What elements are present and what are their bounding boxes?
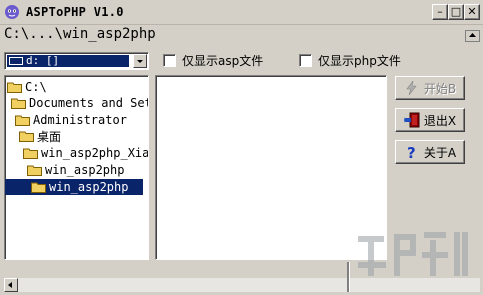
start-button[interactable]: 开始B — [395, 76, 465, 100]
about-button[interactable]: ? 关于A — [395, 140, 465, 164]
drive-select-value: d: [] — [7, 55, 129, 67]
checkbox-box[interactable] — [299, 53, 312, 67]
folder-open-icon — [19, 131, 34, 142]
tree-item-selected[interactable]: win_asp2php — [5, 179, 143, 195]
tree-item[interactable]: C:\ — [7, 79, 47, 95]
svg-text:?: ? — [407, 144, 416, 160]
folder-open-icon — [7, 82, 22, 93]
start-button-label: 开始B — [423, 81, 457, 96]
asp-only-label: 仅显示asp文件 — [182, 53, 264, 68]
tree-item-label: win_asp2php_Xia — [41, 146, 149, 160]
php-only-checkbox[interactable]: 仅显示php文件 — [299, 52, 401, 68]
maximize-icon: □ — [450, 5, 462, 18]
tree-item-label: win_asp2php — [45, 163, 125, 177]
asp-only-checkbox[interactable]: 仅显示asp文件 — [163, 52, 263, 68]
path-scroll-icon[interactable] — [465, 30, 480, 42]
minimize-button[interactable]: – — [432, 4, 448, 20]
folder-open-icon — [11, 98, 26, 109]
tree-item-label: C:\ — [25, 80, 47, 94]
close-button[interactable]: ✕ — [464, 4, 480, 20]
drive-label: d: [] — [26, 54, 60, 67]
tree-item-label: win_asp2php — [49, 180, 129, 194]
exit-button-label: 退出X — [423, 113, 457, 128]
tree-item-label: Administrator — [33, 113, 127, 127]
maximize-button[interactable]: □ — [448, 4, 464, 20]
chevron-down-icon[interactable] — [133, 54, 147, 68]
current-path: C:\...\win_asp2php — [4, 26, 156, 42]
app-icon — [5, 5, 19, 19]
tree-item[interactable]: Documents and Set — [11, 95, 149, 111]
drive-icon — [9, 57, 23, 65]
folder-open-icon — [31, 182, 46, 193]
question-icon: ? — [407, 144, 416, 160]
minimize-icon: – — [437, 5, 443, 18]
folder-open-icon — [23, 148, 38, 159]
lightning-icon — [406, 80, 417, 96]
watermark-logo — [358, 232, 468, 276]
window-title: ASPToPHP V1.0 — [26, 5, 124, 19]
scroll-left-icon[interactable] — [4, 278, 18, 292]
tree-item-label: 桌面 — [37, 129, 62, 144]
php-only-label: 仅显示php文件 — [318, 53, 401, 68]
tree-item-label: Documents and Set — [29, 96, 149, 110]
app-window: ASPToPHP V1.0 – □ ✕ C:\...\win_asp2php d… — [0, 0, 483, 295]
title-bar: ASPToPHP V1.0 – □ ✕ — [0, 0, 483, 25]
folder-open-icon — [15, 115, 30, 126]
folder-open-icon — [27, 165, 42, 176]
tree-item[interactable]: win_asp2php_Xia — [23, 145, 149, 161]
about-button-label: 关于A — [423, 145, 457, 160]
tree-item[interactable]: 桌面 — [19, 128, 61, 144]
tree-item[interactable]: Administrator — [15, 112, 127, 128]
drive-select[interactable]: d: [] — [4, 52, 149, 70]
close-icon: ✕ — [467, 5, 477, 18]
checkbox-box[interactable] — [163, 53, 176, 67]
folder-tree[interactable]: C:\ Documents and Set Administrator 桌面 w… — [4, 75, 149, 260]
exit-button[interactable]: 退出X — [395, 108, 465, 132]
exit-door-icon — [403, 112, 420, 128]
tree-item[interactable]: win_asp2php — [27, 162, 124, 178]
